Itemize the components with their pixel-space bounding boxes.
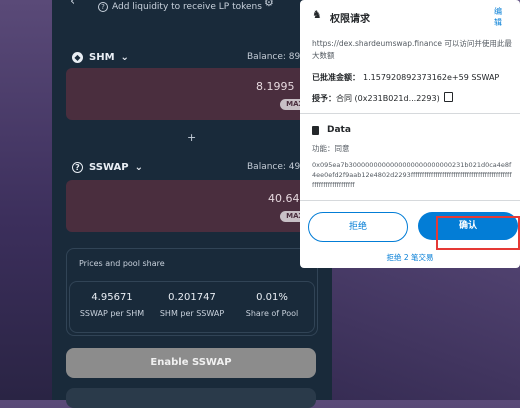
permission-title: 权限请求 <box>330 14 370 25</box>
price-label: SHM per SSWAP <box>159 309 225 318</box>
approved-label: 已批准金额： <box>312 73 360 82</box>
site-permission-text: https://dex.shardeumswap.finance 可以访问并使用… <box>312 39 512 60</box>
token-b-balance: Balance: 49. <box>247 162 304 172</box>
liquidity-hint: ? Add liquidity to receive LP tokens <box>98 2 262 12</box>
shm-token-icon: ◆ <box>72 51 83 63</box>
token-b-amount[interactable]: 40.64 <box>268 192 300 205</box>
pool-share-card: Prices and pool share 4.95671 SSWAP per … <box>66 248 318 336</box>
pool-share-col: 0.01% Share of Pool <box>232 292 312 318</box>
liquidity-panel: ‹ ? Add liquidity to receive LP tokens ⚙… <box>52 0 332 408</box>
reject-all-link[interactable]: 拒绝 2 笔交易 <box>300 252 520 263</box>
panel-header: ‹ ? Add liquidity to receive LP tokens ⚙ <box>52 0 300 14</box>
hint-text: Add liquidity to receive LP tokens <box>112 2 262 12</box>
divider <box>300 200 520 201</box>
reject-button[interactable]: 拒绝 <box>308 212 408 242</box>
copy-icon[interactable] <box>443 92 453 102</box>
pool-share-col: 0.201747 SHM per SSWAP <box>152 292 232 318</box>
data-label: Data <box>327 125 351 135</box>
token-a-amount[interactable]: 8.1995 <box>256 80 295 93</box>
price-label: SSWAP per SHM <box>79 309 145 318</box>
plus-icon: + <box>187 131 197 144</box>
chevron-down-icon: ⌄ <box>120 51 129 63</box>
share-label: Share of Pool <box>245 309 299 318</box>
token-b-selector[interactable]: ? SSWAP ⌄ Balance: 49. <box>72 160 332 174</box>
approved-amount: 已批准金额： 1.157920892373162e+59 SSWAP <box>312 72 499 83</box>
edit-link[interactable]: 编辑 <box>494 6 504 28</box>
help-icon: ? <box>98 2 108 12</box>
pool-share-title: Prices and pool share <box>79 259 165 268</box>
back-arrow-icon[interactable]: ‹ <box>70 0 75 9</box>
highlight-box <box>436 216 520 250</box>
gear-icon[interactable]: ⚙ <box>264 0 274 9</box>
hex-data: 0x095ea7b3000000000000000000000000231b02… <box>312 161 512 189</box>
chevron-down-icon: ⌄ <box>134 161 143 173</box>
supply-button[interactable] <box>66 388 316 408</box>
document-icon <box>312 125 319 135</box>
unknown-token-icon: ? <box>72 161 83 173</box>
pool-share-values: 4.95671 SSWAP per SHM 0.201747 SHM per S… <box>69 281 315 333</box>
granted-label: 授予： <box>312 94 336 103</box>
pool-share-col: 4.95671 SSWAP per SHM <box>72 292 152 318</box>
token-b-amount-input[interactable]: 40.64 MAX <box>66 180 332 232</box>
function-label: 功能：同意 <box>312 144 350 153</box>
divider <box>300 113 520 114</box>
price-value: 0.201747 <box>168 292 216 303</box>
user-key-icon: ♞ <box>312 8 322 21</box>
price-value: 4.95671 <box>91 292 133 303</box>
token-a-amount-input[interactable]: 8.1995 MAX <box>66 68 332 120</box>
token-a-balance: Balance: 89. <box>247 52 304 62</box>
approved-value: 1.157920892373162e+59 SSWAP <box>363 73 500 82</box>
token-b-symbol: SSWAP <box>89 161 129 173</box>
granted-to: 授予：合同 (0x231B021d...2293) <box>312 92 453 104</box>
granted-value: 合同 (0x231B021d...2293) <box>336 94 440 103</box>
share-value: 0.01% <box>256 292 288 303</box>
token-a-selector[interactable]: ◆ SHM ⌄ Balance: 89. <box>72 50 332 64</box>
token-a-symbol: SHM <box>89 51 115 63</box>
data-section-header: Data <box>312 125 351 135</box>
enable-sswap-button[interactable]: Enable SSWAP <box>66 348 316 378</box>
